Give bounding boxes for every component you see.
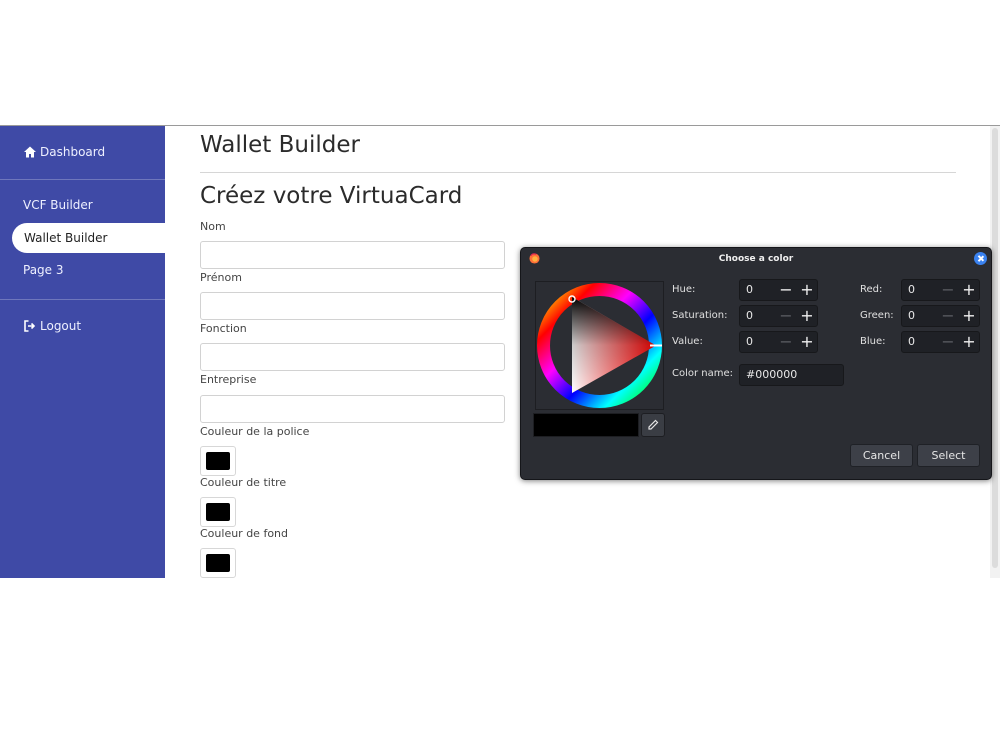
cancel-button[interactable]: Cancel [850, 444, 913, 467]
red-spinbox[interactable]: 0 − + [901, 279, 980, 301]
eyedropper-icon[interactable] [641, 413, 665, 437]
scrollbar-thumb[interactable] [992, 128, 998, 568]
blue-label: Blue: [860, 336, 886, 347]
entreprise-input[interactable] [200, 395, 505, 423]
hue-value[interactable]: 0 [746, 283, 753, 296]
color-name-input[interactable]: #000000 [739, 364, 844, 386]
hue-spinbox[interactable]: 0 − + [739, 279, 818, 301]
saturation-decrement-button[interactable]: − [776, 306, 796, 326]
hue-decrement-button[interactable]: − [776, 280, 796, 300]
sidebar-divider [0, 179, 165, 180]
logout-icon [23, 319, 37, 333]
entreprise-label: Entreprise [200, 373, 257, 386]
page-title: Wallet Builder [200, 132, 360, 158]
select-button[interactable]: Select [917, 444, 980, 467]
background-color-label: Couleur de fond [200, 527, 288, 540]
home-icon [23, 145, 37, 159]
red-decrement-button[interactable]: − [938, 280, 958, 300]
color-wheel[interactable] [535, 281, 664, 410]
hue-wheel-graphic[interactable] [536, 282, 663, 409]
fonction-input[interactable] [200, 343, 505, 371]
color-picker-dialog: Choose a color Hue: 0 − + Saturation: 0 … [520, 247, 992, 480]
swatch-color [206, 503, 230, 521]
title-color-label: Couleur de titre [200, 476, 287, 489]
sidebar-item-vcf-builder[interactable]: VCF Builder [0, 190, 165, 220]
background-color-swatch[interactable] [200, 548, 236, 578]
nom-input[interactable] [200, 241, 505, 269]
sidebar-item-label: Logout [40, 319, 82, 333]
sidebar-item-dashboard[interactable]: Dashboard [0, 137, 165, 167]
blue-spinbox[interactable]: 0 − + [901, 331, 980, 353]
green-spinbox[interactable]: 0 − + [901, 305, 980, 327]
sidebar: Dashboard VCF Builder Wallet Builder Pag… [0, 126, 165, 578]
value-spinbox[interactable]: 0 − + [739, 331, 818, 353]
red-label: Red: [860, 284, 883, 295]
hue-increment-button[interactable]: + [797, 280, 817, 300]
green-increment-button[interactable]: + [959, 306, 979, 326]
green-decrement-button[interactable]: − [938, 306, 958, 326]
fonction-label: Fonction [200, 322, 247, 335]
value-value[interactable]: 0 [746, 335, 753, 348]
form-heading: Créez votre VirtuaCard [200, 183, 463, 209]
prenom-input[interactable] [200, 292, 505, 320]
value-label: Value: [672, 336, 703, 347]
sidebar-item-label: VCF Builder [23, 198, 93, 212]
sidebar-item-page-3[interactable]: Page 3 [0, 255, 165, 285]
color-name-label: Color name: [672, 368, 734, 379]
red-increment-button[interactable]: + [959, 280, 979, 300]
saturation-spinbox[interactable]: 0 − + [739, 305, 818, 327]
title-divider [200, 172, 956, 173]
sidebar-divider [0, 299, 165, 300]
green-label: Green: [860, 310, 894, 321]
font-color-label: Couleur de la police [200, 425, 310, 438]
sidebar-item-label: Dashboard [40, 145, 106, 159]
sidebar-item-logout[interactable]: Logout [0, 311, 165, 341]
saturation-value[interactable]: 0 [746, 309, 753, 322]
value-decrement-button[interactable]: − [776, 332, 796, 352]
title-color-swatch[interactable] [200, 497, 236, 527]
dialog-title: Choose a color [718, 254, 794, 264]
saturation-label: Saturation: [672, 310, 728, 321]
hue-label: Hue: [672, 284, 696, 295]
blue-value[interactable]: 0 [908, 335, 915, 348]
red-value[interactable]: 0 [908, 283, 915, 296]
value-increment-button[interactable]: + [797, 332, 817, 352]
swatch-color [206, 452, 230, 470]
saturation-increment-button[interactable]: + [797, 306, 817, 326]
blue-decrement-button[interactable]: − [938, 332, 958, 352]
sidebar-item-label: Page 3 [23, 263, 64, 277]
swatch-color [206, 554, 230, 572]
green-value[interactable]: 0 [908, 309, 915, 322]
font-color-swatch[interactable] [200, 446, 236, 476]
prenom-label: Prénom [200, 271, 242, 284]
nom-label: Nom [200, 220, 226, 233]
color-name-value[interactable]: #000000 [746, 368, 797, 381]
close-icon[interactable] [974, 252, 987, 265]
blue-increment-button[interactable]: + [959, 332, 979, 352]
color-preview [533, 413, 639, 437]
sidebar-item-label: Wallet Builder [24, 231, 108, 245]
sidebar-item-wallet-builder[interactable]: Wallet Builder [12, 223, 165, 253]
